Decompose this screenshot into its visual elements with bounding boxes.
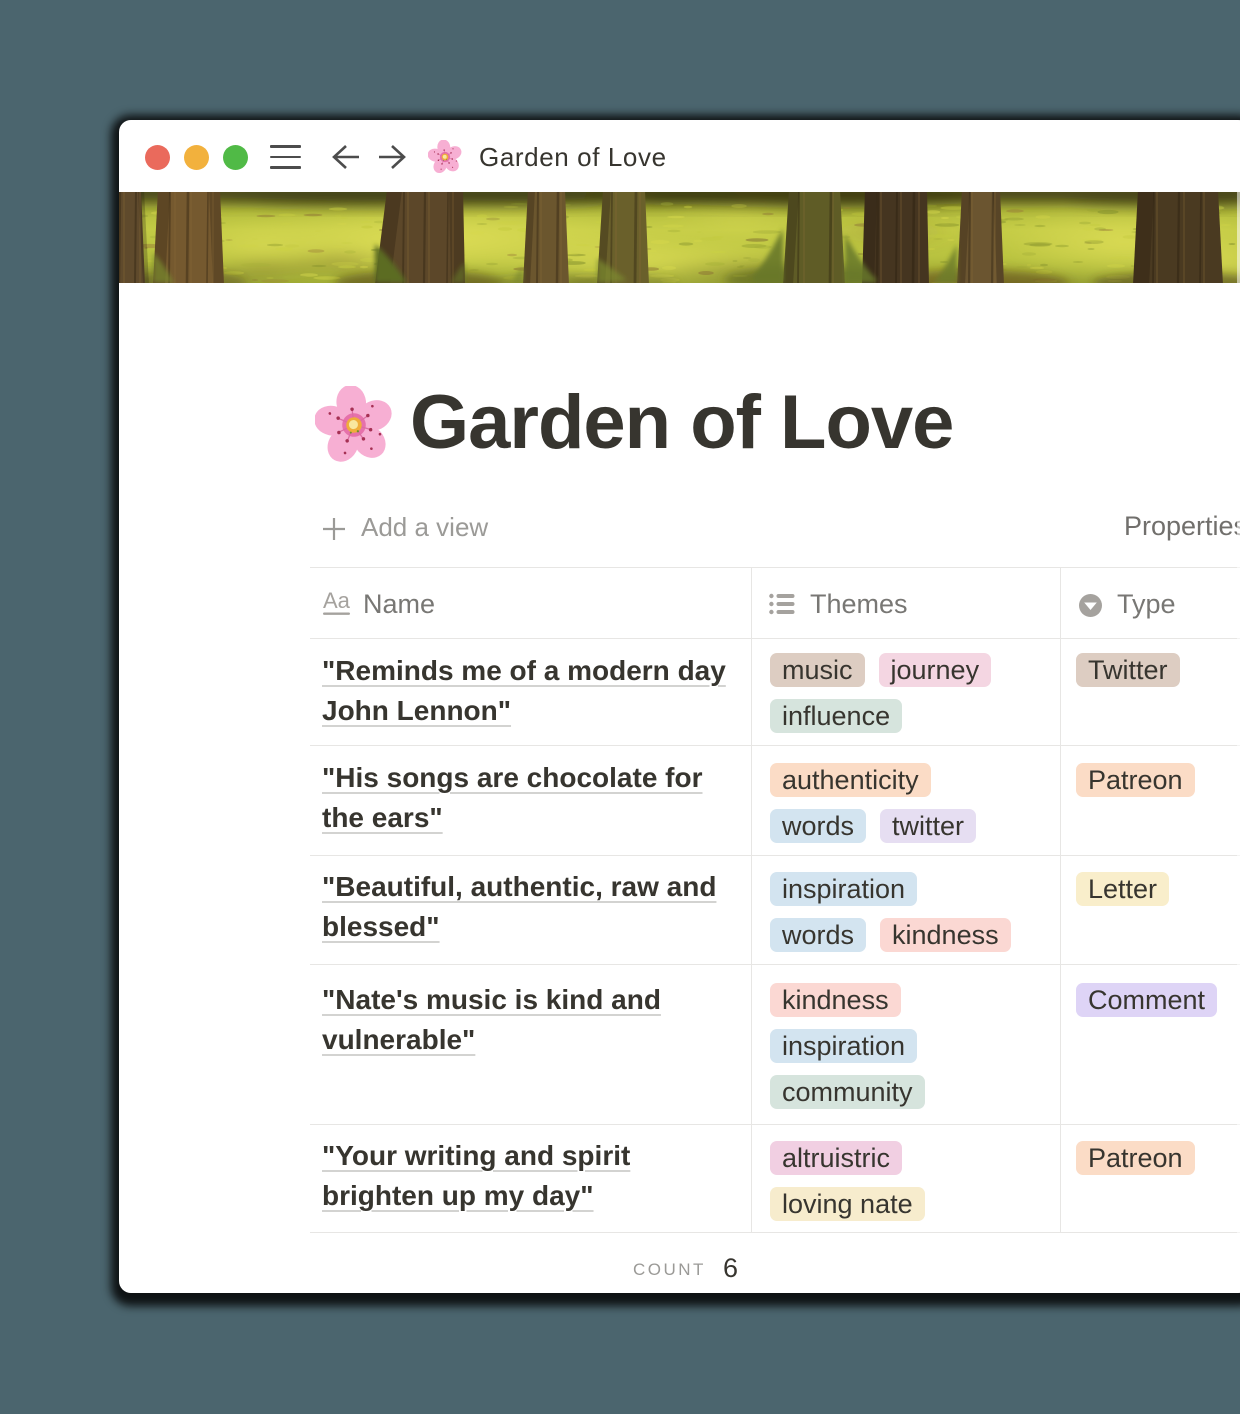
svg-text:Aa: Aa — [323, 588, 351, 613]
